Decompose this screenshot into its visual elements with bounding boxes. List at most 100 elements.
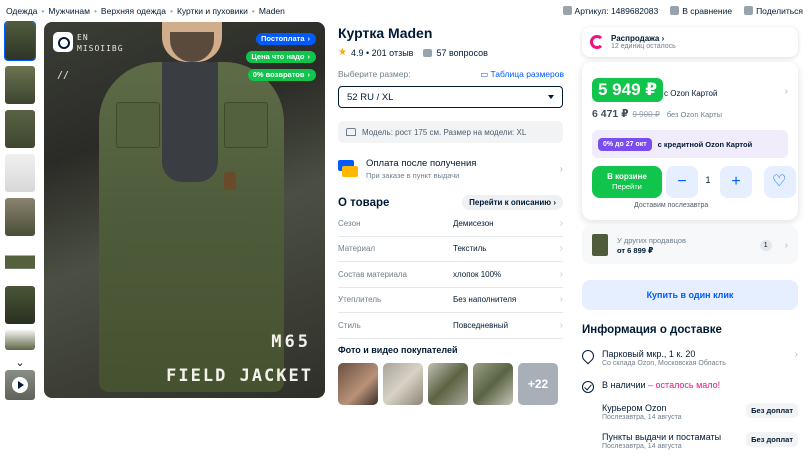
customer-photo[interactable] (473, 363, 513, 405)
breadcrumb-item[interactable]: Maden (259, 6, 285, 16)
brand-text: EN MISOIIBG (77, 33, 124, 53)
hanger-icon (346, 128, 356, 136)
model-info: Модель: рост 175 см. Размер на модели: X… (338, 121, 563, 143)
in-cart-button[interactable]: В корзине Перейти (592, 166, 662, 198)
decrease-qty-button[interactable]: − (666, 166, 698, 198)
other-seller-thumbnail (592, 234, 608, 256)
wrist-watch (224, 172, 236, 190)
about-title: О товаре (338, 196, 390, 209)
delivery-title: Информация о доставке (582, 324, 722, 336)
customer-photos-title: Фото и видео покупателей (338, 345, 458, 355)
thumbnail[interactable] (5, 242, 35, 280)
sale-logo-icon (590, 35, 604, 49)
video-thumbnail[interactable] (5, 370, 35, 400)
compare-button[interactable]: В сравнение (670, 6, 732, 16)
buy-one-click-button[interactable]: Купить в один клик (582, 280, 798, 310)
stock-status: В наличии – осталось мало! (582, 380, 798, 393)
chevron-right-icon: › (559, 294, 563, 306)
sellers-count-badge: 1 (759, 239, 772, 251)
size-table-link[interactable]: ▭ Таблица размеров (480, 69, 564, 80)
location-pin-icon (579, 347, 597, 365)
price-regular-row: 6 471 ₽ 9 900 ₽ без Ozon Карты (592, 108, 722, 120)
sale-banner[interactable]: Распродажа › 12 единиц осталось (582, 27, 798, 57)
credit-offer[interactable]: 0% до 27 окт с кредитной Ozon Картой (592, 130, 788, 158)
thumbnail[interactable] (5, 330, 35, 350)
more-photos-button[interactable]: +22 (518, 363, 558, 405)
share-button[interactable]: Поделиться (744, 6, 803, 16)
chevron-right-icon: › (559, 163, 563, 175)
about-header: О товаре Перейти к описанию › (338, 195, 563, 210)
slashes-text: // (57, 70, 70, 81)
star-icon: ★ (338, 47, 347, 58)
property-row[interactable]: Состав материала хлопок 100% › (338, 262, 563, 288)
thumbnail[interactable] (5, 66, 35, 104)
chevron-right-icon: › (784, 239, 788, 251)
price-card: 5 949 ₽ с Ozon Картой › 6 471 ₽ 9 900 ₽ … (582, 62, 798, 220)
price-with-card: 5 949 ₽ (592, 78, 664, 102)
favorite-heart-icon[interactable] (764, 166, 796, 198)
breadcrumb-item[interactable]: Куртки и пуховики (177, 6, 248, 16)
chevron-right-icon: › (559, 243, 563, 255)
property-row[interactable]: Материал Текстиль › (338, 237, 563, 262)
overlay-text-m65: M65 (271, 332, 311, 352)
thumbnail[interactable] (5, 198, 35, 236)
jacket-pocket (116, 102, 160, 148)
customer-photo[interactable] (428, 363, 468, 405)
chevron-right-icon: › (559, 268, 563, 280)
property-row[interactable]: Сезон Демисезон › (338, 211, 563, 237)
chevron-down-icon (548, 95, 554, 99)
cards-icon (338, 160, 358, 178)
customer-photos: +22 (338, 363, 558, 405)
play-icon (12, 377, 28, 393)
thumbnail[interactable] (5, 110, 35, 148)
property-row[interactable]: Стиль Повседневный › (338, 313, 563, 339)
price-badge: Без доплат (746, 432, 798, 447)
chevron-right-icon: › (559, 319, 563, 331)
breadcrumb-item[interactable]: Одежда (6, 6, 37, 16)
badge-good-price[interactable]: Цена что надо › (246, 51, 316, 63)
product-main-image[interactable]: EN MISOIIBG // Постоплата › Цена что надо… (44, 22, 325, 398)
thumbnail-strip: ⌄ (4, 21, 37, 400)
check-circle-icon (582, 381, 594, 393)
breadcrumb-item[interactable]: Мужчинам (48, 6, 90, 16)
customer-photo[interactable] (383, 363, 423, 405)
price-badge: Без доплат (746, 403, 798, 418)
breadcrumb-item[interactable]: Верхняя одежда (101, 6, 166, 16)
payment-after-receipt[interactable]: Оплата после получения При заказе в пунк… (338, 152, 563, 186)
badge-zero-returns[interactable]: 0% возвратов › (247, 69, 316, 81)
badge-postpay[interactable]: Постоплата › (255, 33, 316, 45)
delivery-address[interactable]: Парковый мкр., 1 к. 20 Со склада Ozon, М… (579, 347, 798, 367)
share-icon (744, 6, 754, 15)
delivery-option-pickup[interactable]: Пункты выдачи и постаматы Послезавтра, 1… (582, 432, 798, 450)
overlay-text-field-jacket: FIELD JACKET (166, 366, 313, 386)
header-actions: Артикул: 1489682083 В сравнение Поделить… (562, 6, 803, 16)
chevron-right-icon: › (559, 217, 563, 229)
product-title: Куртка Maden (338, 25, 433, 41)
compare-icon (670, 6, 680, 15)
thumbnail[interactable] (5, 286, 35, 324)
thumbnail[interactable] (4, 21, 36, 61)
chevron-down-icon[interactable]: ⌄ (5, 356, 35, 370)
delivery-option-courier[interactable]: Курьером Ozon Послезавтра, 14 августа Бе… (582, 403, 798, 421)
brand-logo-icon (53, 32, 73, 52)
property-row[interactable]: Утеплитель Без наполнителя › (338, 288, 563, 313)
chevron-right-icon[interactable]: › (785, 86, 788, 97)
copy-icon (562, 6, 572, 15)
increase-qty-button[interactable]: + (720, 166, 752, 198)
jacket-pocket (224, 102, 268, 148)
chevron-right-icon: › (794, 349, 798, 360)
other-sellers[interactable]: У других продавцов от 6 899 ₽ 1 › (582, 226, 798, 264)
thumbnail[interactable] (5, 154, 35, 192)
questions-icon (423, 48, 433, 57)
size-label-row: Выберите размер: ▭ Таблица размеров (338, 69, 564, 80)
breadcrumb: Одежда • Мужчинам • Верхняя одежда • Куртки… (6, 6, 285, 16)
go-to-description-button[interactable]: Перейти к описанию › (462, 195, 563, 210)
customer-photo[interactable] (338, 363, 378, 405)
properties-list: Сезон Демисезон › Материал Текстиль › Состав… (338, 211, 563, 339)
article-number[interactable]: Артикул: 1489682083 (562, 6, 658, 16)
shirt-shape (162, 62, 218, 182)
rating-line[interactable]: ★ 4.9 • 201 отзыв 57 вопросов (338, 47, 488, 58)
size-select[interactable]: 52 RU / XL (338, 86, 563, 108)
